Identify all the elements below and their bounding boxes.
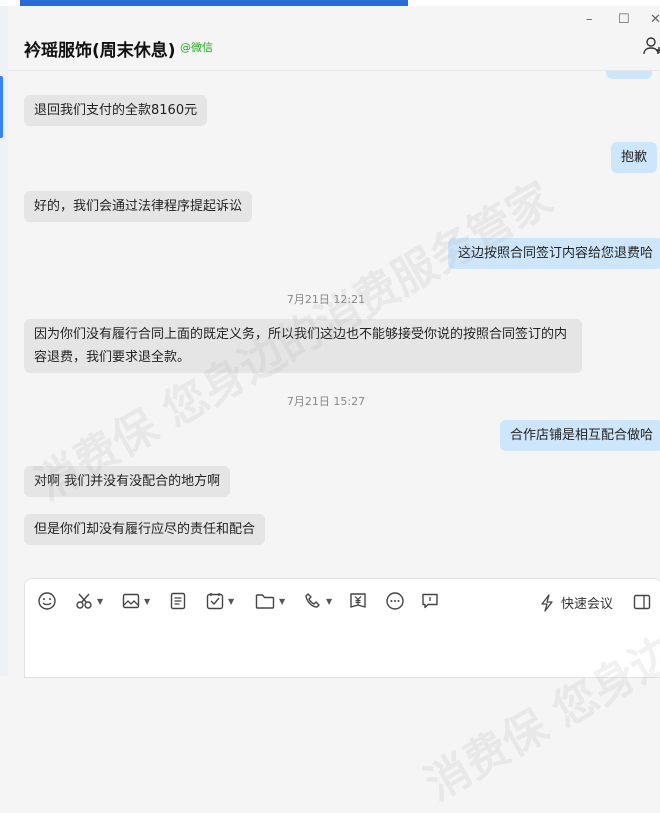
chat-record-button[interactable] xyxy=(421,591,439,611)
document-button[interactable] xyxy=(170,591,186,611)
quick-meeting-button[interactable]: 快速会议 xyxy=(539,593,613,612)
chevron-down-icon: ▼ xyxy=(97,596,104,606)
message-bubble-outgoing[interactable]: 抱歉 xyxy=(611,142,658,173)
quick-meeting-label: 快速会议 xyxy=(561,597,614,612)
close-button[interactable]: ✕ xyxy=(650,12,660,27)
message-bubble-incoming[interactable]: 因为你们没有履行合同上面的既定义务，所以我们这边也不能够接受你说的按照合同签订的… xyxy=(24,319,582,373)
message-bubble-incoming[interactable]: 退回我们支付的全款8160元 xyxy=(24,95,208,126)
more-icon xyxy=(386,592,404,610)
scissors-icon xyxy=(76,593,92,609)
active-conversation-indicator xyxy=(0,76,3,138)
timestamp: 7月21日 15:27 xyxy=(286,395,366,408)
chat-header: 衿瑶服饰(周末休息) @微信 – ☐ ✕ xyxy=(8,6,660,71)
chevron-down-icon: ▼ xyxy=(326,596,333,606)
screenshot-button[interactable]: ▼ xyxy=(75,591,103,611)
message-bubble-outgoing[interactable]: 合作店铺是相互配合做哈 xyxy=(500,420,660,451)
payment-button[interactable] xyxy=(349,591,367,611)
file-button[interactable]: ▼ xyxy=(255,591,285,611)
message-bubble-incoming[interactable]: 好的，我们会通过法律程序提起诉讼 xyxy=(24,191,253,222)
message-bubble-outgoing[interactable]: 这边按照合同签订内容给您退费哈 xyxy=(448,238,660,269)
phone-icon xyxy=(305,593,320,608)
payment-icon xyxy=(350,593,366,608)
wechat-source-tag: @微信 xyxy=(180,41,213,54)
add-member-icon[interactable] xyxy=(642,36,660,56)
chevron-down-icon: ▼ xyxy=(144,596,151,606)
image-button[interactable]: ▼ xyxy=(122,591,150,611)
checklist-icon xyxy=(206,593,224,610)
more-button[interactable] xyxy=(385,591,405,611)
left-sidebar-edge xyxy=(0,6,8,676)
minimize-button[interactable]: – xyxy=(586,12,593,27)
timestamp: 7月21日 12:21 xyxy=(286,293,366,306)
message-list[interactable]: 退回我们支付的全款8160元 抱歉 好的，我们会通过法律程序提起诉讼 这边按照合… xyxy=(8,71,660,576)
sidebar-toggle-icon[interactable] xyxy=(633,593,651,611)
image-icon xyxy=(122,593,140,609)
maximize-button[interactable]: ☐ xyxy=(618,12,630,27)
folder-icon xyxy=(255,594,275,609)
emoji-icon xyxy=(38,592,56,610)
lightning-icon xyxy=(541,593,553,612)
message-bubble-incoming[interactable]: 对啊 我们并没有没配合的地方啊 xyxy=(24,466,231,497)
partial-outgoing-bubble xyxy=(606,71,652,79)
task-button[interactable]: ▼ xyxy=(206,591,234,611)
chat-window: 衿瑶服饰(周末休息) @微信 – ☐ ✕ 退回我们支付的全款8160元 抱歉 好… xyxy=(8,6,660,811)
chat-title: 衿瑶服饰(周末休息) xyxy=(24,41,176,61)
emoji-button[interactable] xyxy=(37,591,57,611)
document-icon xyxy=(170,592,186,610)
chevron-down-icon: ▼ xyxy=(228,596,235,606)
message-line: 因为你们没有履行合同上面的既定义务，所以我们这边也不能够接受你说的按照合同签订的… xyxy=(34,327,568,342)
call-button[interactable]: ▼ xyxy=(304,591,332,611)
message-bubble-incoming[interactable]: 但是你们却没有履行应尽的责任和配合 xyxy=(24,514,266,545)
message-line: 容退费，我们要求退全款。 xyxy=(34,350,191,365)
chat-record-icon xyxy=(422,593,438,609)
message-composer[interactable]: ▼ ▼ ▼ ▼ ▼ 快速会议 xyxy=(24,578,660,678)
chevron-down-icon: ▼ xyxy=(279,596,286,606)
